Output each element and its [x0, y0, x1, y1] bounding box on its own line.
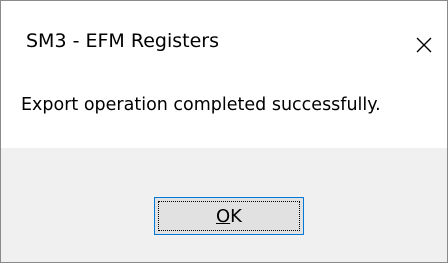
message-dialog: SM3 - EFM Registers Export operation com… — [0, 0, 448, 263]
ok-button-label: OK — [216, 206, 242, 227]
title-bar: SM3 - EFM Registers — [1, 1, 447, 88]
message-text: Export operation completed successfully. — [21, 95, 381, 115]
ok-mnemonic: O — [216, 205, 231, 227]
ok-button[interactable]: OK — [154, 197, 304, 235]
message-area: Export operation completed successfully. — [1, 88, 447, 148]
button-bar: OK — [1, 148, 447, 262]
window-title: SM3 - EFM Registers — [26, 30, 219, 52]
ok-label-rest: K — [230, 205, 242, 227]
close-button[interactable] — [401, 1, 447, 88]
close-icon — [415, 36, 433, 54]
